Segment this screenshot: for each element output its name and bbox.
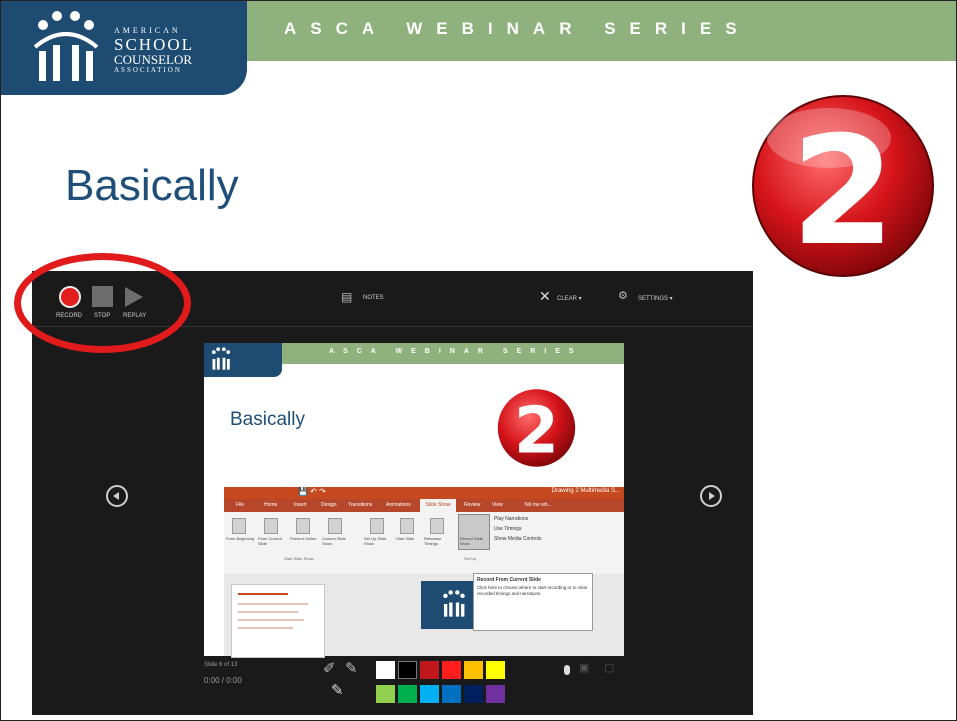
record-tooltip: Record From Current Slide Click here to …	[473, 573, 593, 631]
slide-frame: ASCA WEBINAR SERIES AMERICAN SCHOOL COUN…	[0, 0, 957, 721]
slide-counter: Slide 6 of 13	[204, 662, 238, 668]
camera-preview-icon[interactable]: ▢	[604, 661, 614, 674]
highlight-circle	[14, 253, 191, 353]
ribbon-body: From Beginning From Current Slide Presen…	[224, 512, 624, 575]
inner-asca-logo	[204, 343, 282, 377]
color-red[interactable]	[442, 661, 461, 679]
previous-slide-button[interactable]	[106, 485, 128, 507]
slide-thumbnail[interactable]	[231, 584, 325, 658]
inner-number-badge: 2	[497, 389, 576, 468]
tab-design[interactable]: Design	[321, 502, 337, 508]
microphone-icon[interactable]	[564, 665, 570, 675]
tab-transitions[interactable]: Transitions	[348, 502, 372, 508]
rehearse-icon[interactable]	[430, 518, 444, 534]
color-yellow[interactable]	[486, 661, 505, 679]
clear-menu[interactable]: CLEAR ▾	[557, 295, 582, 302]
document-title: Drawing 2 Multimedia S...	[551, 488, 620, 494]
inner-people-icon	[211, 347, 231, 370]
gear-icon: ⚙	[618, 290, 628, 302]
from-current-icon[interactable]	[264, 518, 278, 534]
inner-slide-title: Basically	[230, 409, 305, 430]
highlighter-icon[interactable]: ✎	[331, 681, 344, 699]
tab-animations[interactable]: Animations	[386, 502, 411, 508]
present-online-icon[interactable]	[296, 518, 310, 534]
pen-icon[interactable]: ✎	[345, 659, 358, 677]
svg-text:2: 2	[514, 394, 559, 468]
thumb-text-line	[238, 627, 293, 629]
custom-show-icon[interactable]	[328, 518, 342, 534]
thumb-text-line	[238, 603, 308, 605]
thumb-text-line	[238, 611, 298, 613]
thumb-text-line	[238, 619, 304, 621]
notes-icon: ▤	[341, 290, 353, 304]
color-light-blue[interactable]	[420, 685, 439, 703]
tab-slide-show[interactable]: Slide Show	[420, 499, 456, 512]
set-up-caption: Set Up	[464, 556, 477, 561]
tab-file[interactable]: File	[236, 502, 244, 508]
show-media-controls-checkbox[interactable]: Show Media Controls	[494, 536, 542, 542]
from-beginning-icon[interactable]	[232, 518, 246, 534]
badge-number: 2	[791, 105, 895, 279]
slide-title: Basically	[65, 161, 239, 210]
color-dark-blue[interactable]	[464, 685, 483, 703]
setup-show-icon[interactable]	[370, 518, 384, 534]
use-timings-checkbox[interactable]: Use Timings	[494, 526, 522, 532]
tab-home[interactable]: Home	[264, 502, 277, 508]
series-title: ASCA WEBINAR SERIES	[284, 19, 751, 38]
start-slide-show-caption: Start Slide Show	[284, 556, 314, 561]
color-blue[interactable]	[442, 685, 461, 703]
settings-menu[interactable]: SETTINGS ▾	[638, 295, 673, 302]
inner-series-title: ASCA WEBINAR SERIES	[329, 348, 583, 355]
timer: 0:00 / 0:00	[204, 676, 242, 685]
quick-access-icons: 💾 ↶ ↷	[298, 487, 326, 496]
preview-people-icon	[443, 590, 465, 617]
tooltip-title: Record From Current Slide	[477, 577, 541, 583]
people-pillars-icon	[33, 11, 99, 81]
logo-wordmark: AMERICAN SCHOOL COUNSELOR ASSOCIATION	[114, 26, 195, 74]
close-x-icon: ✕	[539, 288, 551, 304]
camera-icon[interactable]: ▣	[579, 661, 589, 674]
tooltip-body: Click here to choose where to start reco…	[477, 585, 588, 597]
ribbon-tabs: File Home Insert Design Transitions Anim…	[224, 499, 624, 512]
number-two-badge: 2	[752, 95, 934, 279]
asca-logo: AMERICAN SCHOOL COUNSELOR ASSOCIATION	[1, 1, 247, 95]
ribbon-titlebar: Drawing 2 Multimedia S... 💾 ↶ ↷	[224, 487, 624, 499]
next-slide-button[interactable]	[700, 485, 722, 507]
tab-view[interactable]: View	[492, 502, 503, 508]
color-black[interactable]	[398, 661, 417, 679]
tab-insert[interactable]: Insert	[294, 502, 307, 508]
color-purple[interactable]	[486, 685, 505, 703]
thumb-title-line	[238, 593, 288, 595]
color-green[interactable]	[398, 685, 417, 703]
play-narrations-checkbox[interactable]: Play Narrations	[494, 516, 528, 522]
tab-review[interactable]: Review	[464, 502, 480, 508]
hide-slide-icon[interactable]	[400, 518, 414, 534]
eraser-icon[interactable]: ✐	[323, 659, 336, 677]
color-orange[interactable]	[464, 661, 483, 679]
notes-button[interactable]: NOTES	[363, 295, 384, 301]
color-dark-red[interactable]	[420, 661, 439, 679]
color-light-green[interactable]	[376, 685, 395, 703]
tell-me-search[interactable]: Tell me wh...	[524, 502, 552, 508]
color-white[interactable]	[376, 661, 395, 679]
